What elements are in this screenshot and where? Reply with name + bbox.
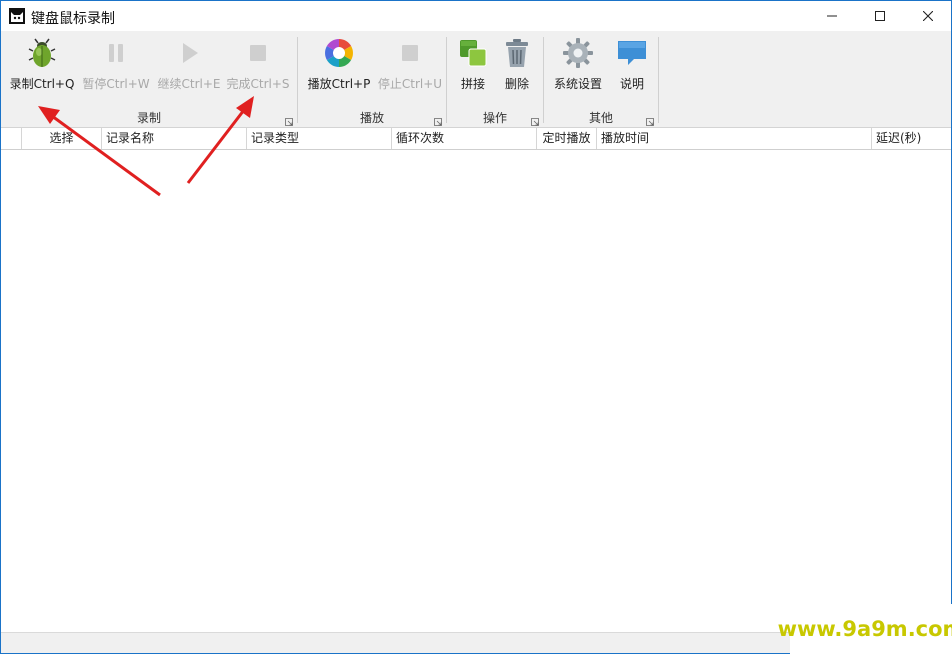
delete-button[interactable]: 删除 (497, 37, 537, 97)
pause-icon (100, 37, 132, 69)
stop-button[interactable]: 停止Ctrl+U (376, 37, 444, 97)
column-header-play-time[interactable]: 播放时间 (597, 128, 872, 149)
minimize-icon (827, 11, 837, 21)
play-button[interactable]: 播放Ctrl+P (304, 37, 374, 97)
merge-button[interactable]: 拼接 (453, 37, 493, 97)
maximize-button[interactable] (857, 1, 903, 31)
records-table-body[interactable] (1, 150, 951, 632)
ribbon-group-label: 录制 (136, 111, 161, 125)
watermark: www.9a9m.com (778, 604, 952, 654)
column-header-record-type[interactable]: 记录类型 (247, 128, 392, 149)
resume-button[interactable]: 继续Ctrl+E (155, 37, 223, 97)
column-header-loop-count[interactable]: 循环次数 (392, 128, 537, 149)
ribbon-group-label: 操作 (482, 111, 507, 125)
merge-squares-icon (457, 37, 489, 69)
speech-bubble-icon (616, 37, 648, 69)
close-button[interactable] (905, 1, 951, 31)
record-button[interactable]: 录制Ctrl+Q (9, 37, 75, 97)
merge-button-label: 拼接 (460, 77, 485, 91)
close-icon (923, 11, 933, 21)
settings-button-label: 系统设置 (553, 77, 602, 91)
ribbon-group-other: 系统设置 说明 其他 (544, 31, 658, 127)
stop-icon (242, 37, 274, 69)
help-button[interactable]: 说明 (610, 37, 654, 97)
finish-button[interactable]: 完成Ctrl+S (225, 37, 291, 97)
ribbon-group-playback: 播放Ctrl+P 停止Ctrl+U 播放 (298, 31, 446, 127)
title-bar[interactable]: 键盘鼠标录制 (1, 1, 951, 31)
ribbon-group-label: 播放 (359, 111, 384, 125)
column-header-scheduled-play[interactable]: 定时播放 (537, 128, 597, 149)
finish-button-label: 完成Ctrl+S (226, 77, 290, 91)
stop-icon (394, 37, 426, 69)
column-header-delay[interactable]: 延迟(秒) (872, 128, 951, 149)
row-indicator-header[interactable] (1, 128, 22, 149)
ribbon-group-operations: 拼接 删除 操作 (447, 31, 543, 127)
cat-app-icon (9, 8, 25, 24)
window-title: 键盘鼠标录制 (31, 11, 115, 27)
column-header-record-name[interactable]: 记录名称 (102, 128, 247, 149)
pause-button-label: 暂停Ctrl+W (82, 77, 150, 91)
delete-button-label: 删除 (504, 77, 529, 91)
app-window: 键盘鼠标录制 录制Ctrl+Q 暂停Ctrl+W 继续Ctrl+E 完成Ctrl… (0, 0, 952, 654)
help-button-label: 说明 (619, 77, 644, 91)
maximize-icon (875, 11, 885, 21)
column-header-select[interactable]: 选择 (22, 128, 102, 149)
ribbon-toolbar: 录制Ctrl+Q 暂停Ctrl+W 继续Ctrl+E 完成Ctrl+S 录制 播… (1, 31, 951, 128)
ribbon-group-separator (658, 37, 659, 123)
gear-icon (562, 37, 594, 69)
table-header: 选择 记录名称 记录类型 循环次数 定时播放 播放时间 延迟(秒) (1, 128, 951, 150)
pause-button[interactable]: 暂停Ctrl+W (81, 37, 151, 97)
ribbon-group-label: 其他 (588, 111, 613, 125)
play-icon (173, 37, 205, 69)
stop-button-label: 停止Ctrl+U (377, 77, 443, 91)
record-button-label: 录制Ctrl+Q (9, 77, 75, 91)
dialog-launcher-icon[interactable] (285, 115, 293, 126)
dialog-launcher-icon[interactable] (531, 115, 539, 126)
dialog-launcher-icon[interactable] (434, 115, 442, 126)
trash-icon (501, 37, 533, 69)
settings-button[interactable]: 系统设置 (550, 37, 606, 97)
play-button-label: 播放Ctrl+P (307, 77, 371, 91)
bug-icon (26, 37, 58, 69)
ribbon-group-record: 录制Ctrl+Q 暂停Ctrl+W 继续Ctrl+E 完成Ctrl+S 录制 (1, 31, 297, 127)
color-wheel-icon (323, 37, 355, 69)
minimize-button[interactable] (809, 1, 855, 31)
dialog-launcher-icon[interactable] (646, 115, 654, 126)
resume-button-label: 继续Ctrl+E (157, 77, 221, 91)
